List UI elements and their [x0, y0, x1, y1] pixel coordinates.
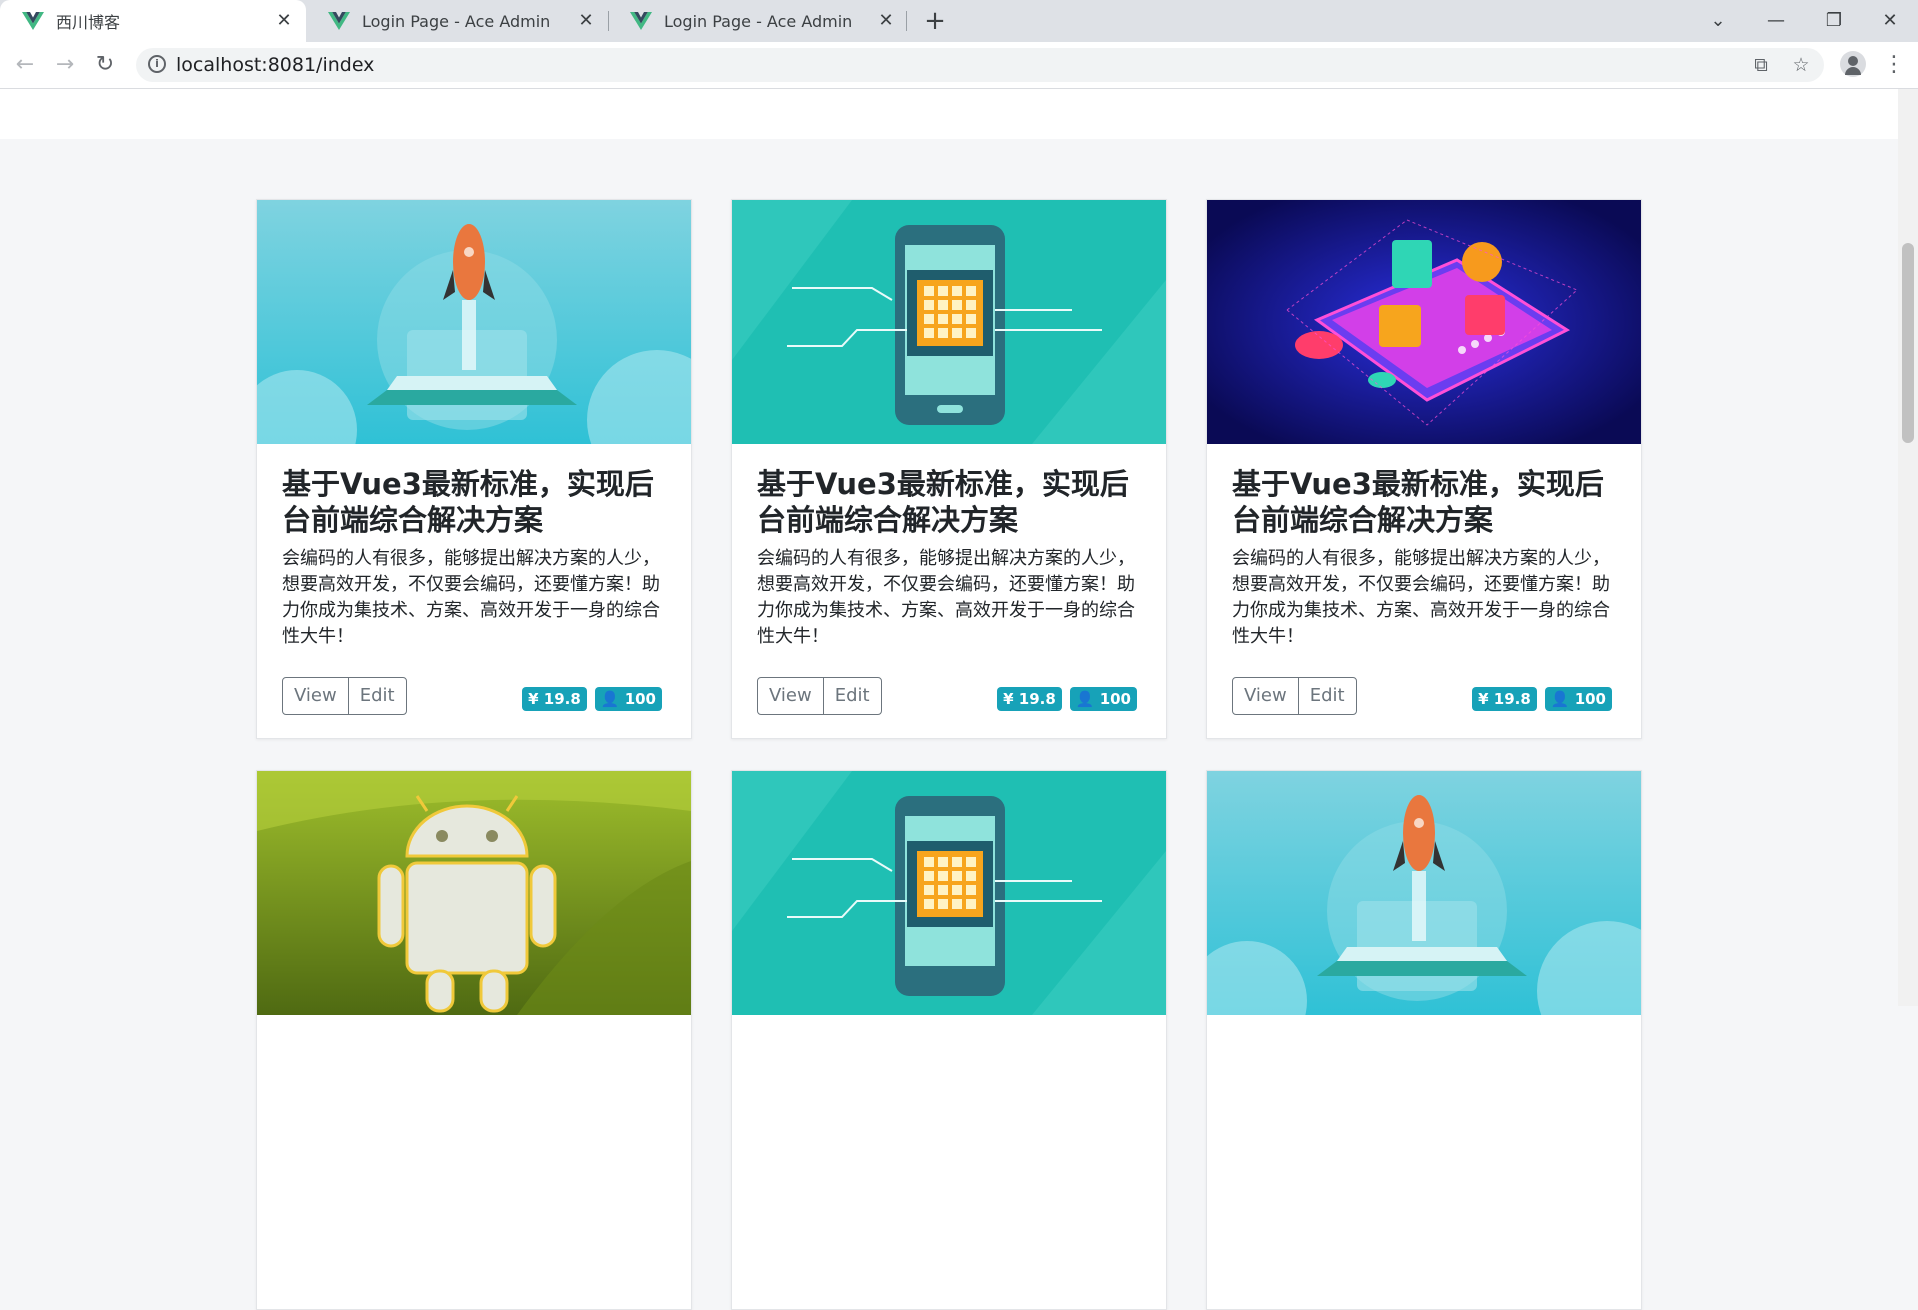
card-body: 基于Vue3最新标准，实现后台前端综合解决方案 会编码的人有很多，能够提出解决方…	[757, 466, 1143, 650]
browser-tab-bar: 西川博客 ✕ Login Page - Ace Admin ✕ Login Pa…	[0, 0, 1918, 42]
social-phone-illustration	[1207, 200, 1641, 444]
card-text: 会编码的人有很多，能够提出解决方案的人少，想要高效开发，不仅要会编码，还要懂方案…	[757, 548, 1135, 647]
browser-tab-active[interactable]: 西川博客 ✕	[0, 0, 306, 42]
rocket-illustration	[257, 200, 691, 444]
restore-icon[interactable]: ❐	[1814, 6, 1854, 36]
browser-tab[interactable]: Login Page - Ace Admin ✕	[608, 0, 908, 42]
course-card: 基于Vue3最新标准，实现后台前端综合解决方案 会编码的人有很多，能够提出解决方…	[1206, 199, 1642, 739]
tab-title: Login Page - Ace Admin	[362, 11, 551, 31]
user-icon: 👤	[1075, 690, 1095, 708]
bookmark-star-icon[interactable]: ☆	[1786, 50, 1816, 80]
window-close-icon[interactable]: ✕	[1870, 6, 1910, 36]
browser-tab[interactable]: Login Page - Ace Admin ✕	[306, 0, 608, 42]
card-button-group: View Edit	[757, 677, 882, 715]
card-title: 基于Vue3最新标准，实现后台前端综合解决方案	[1232, 467, 1604, 537]
translate-icon[interactable]: ⧉	[1746, 50, 1776, 80]
edit-button[interactable]: Edit	[347, 677, 407, 715]
forward-arrow-icon[interactable]: →	[50, 50, 80, 80]
card-title: 基于Vue3最新标准，实现后台前端综合解决方案	[757, 467, 1129, 537]
student-count-badge: 👤 100	[1544, 687, 1612, 711]
page-scrollbar[interactable]	[1898, 89, 1918, 1006]
edit-button[interactable]: Edit	[822, 677, 882, 715]
chip-phone-illustration	[732, 771, 1166, 1015]
price-badge: ¥ 19.8	[522, 687, 587, 711]
view-button[interactable]: View	[282, 677, 349, 715]
tab-close-icon[interactable]: ✕	[878, 12, 894, 30]
back-arrow-icon[interactable]: ←	[10, 50, 40, 80]
user-icon: 👤	[600, 690, 620, 708]
rocket-illustration	[1207, 771, 1641, 1015]
card-body: 基于Vue3最新标准，实现后台前端综合解决方案 会编码的人有很多，能够提出解决方…	[282, 466, 668, 650]
chip-phone-illustration	[732, 200, 1166, 444]
view-button[interactable]: View	[757, 677, 824, 715]
tab-separator	[906, 11, 907, 31]
course-card	[1206, 770, 1642, 1310]
view-button[interactable]: View	[1232, 677, 1299, 715]
student-count-badge: 👤 100	[594, 687, 662, 711]
course-card	[731, 770, 1167, 1310]
card-button-group: View Edit	[282, 677, 407, 715]
reload-icon[interactable]: ↻	[90, 50, 120, 80]
vue-logo-icon	[22, 12, 44, 30]
student-count: 100	[1099, 690, 1131, 708]
student-count: 100	[1574, 690, 1606, 708]
tab-title: Login Page - Ace Admin	[664, 11, 853, 31]
card-text: 会编码的人有很多，能够提出解决方案的人少，想要高效开发，不仅要会编码，还要懂方案…	[1232, 548, 1610, 647]
card-body: 基于Vue3最新标准，实现后台前端综合解决方案 会编码的人有很多，能够提出解决方…	[1232, 466, 1618, 650]
profile-avatar-icon[interactable]	[1840, 51, 1866, 77]
scrollbar-thumb[interactable]	[1902, 243, 1914, 443]
vue-logo-icon	[328, 12, 350, 30]
minimize-icon[interactable]: —	[1756, 6, 1796, 36]
address-url: localhost:8081/index	[176, 54, 375, 76]
course-card	[256, 770, 692, 1310]
price-badge: ¥ 19.8	[1472, 687, 1537, 711]
tab-title: 西川博客	[56, 13, 121, 32]
android-illustration	[257, 771, 691, 1015]
card-text: 会编码的人有很多，能够提出解决方案的人少，想要高效开发，不仅要会编码，还要懂方案…	[282, 548, 660, 647]
course-card: 基于Vue3最新标准，实现后台前端综合解决方案 会编码的人有很多，能够提出解决方…	[256, 199, 692, 739]
tab-search-chevron-icon[interactable]: ⌄	[1698, 6, 1738, 36]
card-title: 基于Vue3最新标准，实现后台前端综合解决方案	[282, 467, 654, 537]
new-tab-button[interactable]: +	[920, 6, 950, 36]
site-info-icon[interactable]: i	[148, 55, 166, 73]
price-badge: ¥ 19.8	[997, 687, 1062, 711]
card-button-group: View Edit	[1232, 677, 1357, 715]
tab-close-icon[interactable]: ✕	[276, 12, 292, 30]
address-bar[interactable]: i localhost:8081/index ⧉ ☆	[136, 48, 1824, 82]
student-count: 100	[624, 690, 656, 708]
card-badges: ¥ 19.8 👤 100	[522, 687, 662, 711]
vue-logo-icon	[630, 12, 652, 30]
card-badges: ¥ 19.8 👤 100	[997, 687, 1137, 711]
edit-button[interactable]: Edit	[1297, 677, 1357, 715]
browser-menu-icon[interactable]: ⋮	[1880, 50, 1908, 80]
tab-close-icon[interactable]: ✕	[578, 12, 594, 30]
page-header	[0, 89, 1898, 139]
course-card: 基于Vue3最新标准，实现后台前端综合解决方案 会编码的人有很多，能够提出解决方…	[731, 199, 1167, 739]
student-count-badge: 👤 100	[1069, 687, 1137, 711]
card-badges: ¥ 19.8 👤 100	[1472, 687, 1612, 711]
browser-toolbar: ← → ↻ i localhost:8081/index ⧉ ☆ ⋮	[0, 42, 1918, 89]
user-icon: 👤	[1550, 690, 1570, 708]
